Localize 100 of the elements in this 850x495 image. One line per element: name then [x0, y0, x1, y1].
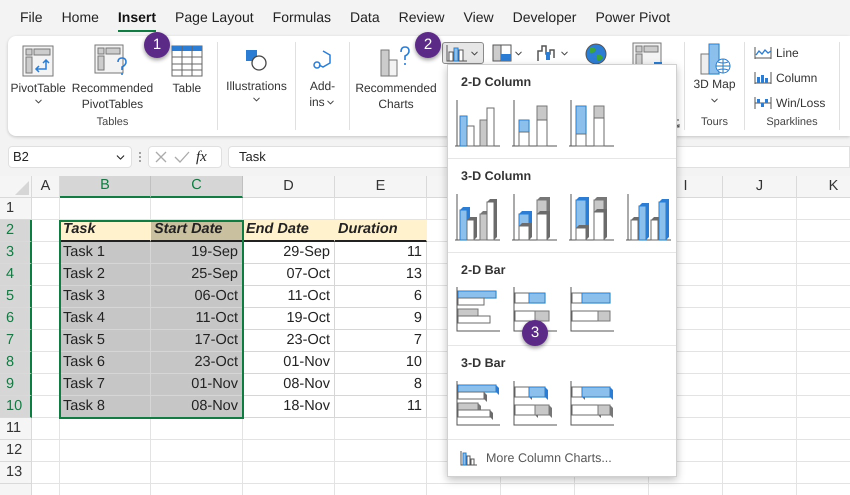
column-header[interactable]: J: [723, 176, 797, 198]
table-cell: 19-Sep: [151, 242, 243, 264]
grid-cell[interactable]: [151, 440, 243, 462]
table-cell: 7: [335, 330, 427, 352]
menu-tab[interactable]: Review: [398, 4, 445, 32]
table-cell: 08-Nov: [243, 374, 335, 396]
table-cell: 25-Sep: [151, 264, 243, 286]
grid-cell[interactable]: [723, 352, 797, 374]
menu-tab[interactable]: Home: [62, 4, 99, 32]
check-icon[interactable]: [174, 150, 190, 164]
sparkline-button[interactable]: Win/Loss: [754, 92, 839, 113]
column-chart-icon: [446, 44, 468, 62]
column-chart-icon[interactable]: [511, 192, 559, 242]
table-cell: 18-Nov: [243, 396, 335, 418]
column-chart-icon[interactable]: [568, 98, 616, 148]
column-chart-icon[interactable]: [454, 98, 502, 148]
grid-cell[interactable]: [151, 418, 243, 440]
grid-cell[interactable]: [723, 198, 797, 220]
illustrations-button[interactable]: Illustrations: [226, 42, 287, 130]
menu-tab[interactable]: Power Pivot: [595, 4, 670, 32]
grid-cell[interactable]: [60, 198, 151, 220]
buildings-globe-icon: [698, 42, 730, 76]
menu-tab[interactable]: Page Layout: [175, 4, 254, 32]
menu-tab[interactable]: File: [20, 4, 43, 32]
group-label: Tables: [96, 114, 130, 130]
grid-cell[interactable]: [335, 440, 427, 462]
grid-cell[interactable]: [60, 418, 151, 440]
grid-cell[interactable]: [243, 418, 335, 440]
table-cell: Task 7: [60, 374, 151, 396]
addins-button[interactable]: Add-ins: [306, 42, 340, 130]
row-header[interactable]: 1: [0, 198, 32, 220]
row-header[interactable]: 11: [0, 418, 32, 440]
sparkline-button[interactable]: Column: [754, 67, 839, 88]
grid-cell[interactable]: [32, 418, 60, 440]
row-header[interactable]: 12: [0, 440, 32, 462]
grid-cell[interactable]: [723, 396, 797, 418]
grid-cell[interactable]: [243, 440, 335, 462]
row-header[interactable]: 4: [0, 264, 32, 286]
row-header[interactable]: 8: [0, 352, 32, 374]
row-header[interactable]: 10: [0, 396, 32, 418]
grid-cell[interactable]: [723, 440, 797, 462]
ribbon-button[interactable]: PivotTable: [10, 42, 66, 114]
menu-tab[interactable]: Formulas: [272, 4, 332, 32]
menu-tab[interactable]: Insert: [118, 4, 156, 32]
column-chart-icon[interactable]: [568, 192, 616, 242]
grid-cell[interactable]: [723, 286, 797, 308]
globe-icon[interactable]: [584, 42, 608, 66]
row-header[interactable]: 6: [0, 308, 32, 330]
grid-cell[interactable]: [723, 264, 797, 286]
grid-cell[interactable]: [723, 462, 797, 484]
menu-tab[interactable]: View: [464, 4, 494, 32]
table-cell: 06-Oct: [151, 286, 243, 308]
name-box[interactable]: B2: [8, 146, 132, 168]
grid-cell[interactable]: [32, 198, 60, 220]
row-header[interactable]: 13: [0, 462, 32, 484]
table-cell: 19-Oct: [243, 308, 335, 330]
3d-map-button[interactable]: 3D Map: [692, 42, 736, 114]
column-header[interactable]: B: [60, 176, 151, 198]
grid-cell[interactable]: [723, 308, 797, 330]
column-header[interactable]: D: [243, 176, 335, 198]
table-cell: 6: [335, 286, 427, 308]
column-header[interactable]: K: [797, 176, 850, 198]
grid-cell[interactable]: [723, 330, 797, 352]
grid-cell[interactable]: [32, 440, 60, 462]
grid-cell[interactable]: [335, 462, 427, 484]
table-cell: 11-Oct: [243, 286, 335, 308]
table-cell: Task 5: [60, 330, 151, 352]
grid-cell[interactable]: [335, 418, 427, 440]
column-header[interactable]: E: [335, 176, 427, 198]
menu-tab[interactable]: Data: [350, 4, 380, 32]
sparkline-button[interactable]: Line: [754, 42, 839, 63]
grid-cell[interactable]: [60, 462, 151, 484]
grid-cell[interactable]: [151, 462, 243, 484]
more-charts-link[interactable]: More Column Charts...: [448, 440, 624, 476]
table-cell: Start Date: [151, 220, 243, 242]
row-header[interactable]: 5: [0, 286, 32, 308]
row-header[interactable]: 3: [0, 242, 32, 264]
column-chart-icon[interactable]: [454, 192, 502, 242]
grid-cell[interactable]: [60, 440, 151, 462]
chart-type-button[interactable]: [442, 42, 484, 64]
row-header[interactable]: 7: [0, 330, 32, 352]
insert-function-button[interactable]: fx: [196, 146, 207, 168]
row-header[interactable]: 2: [0, 220, 32, 242]
grid-cell[interactable]: [723, 220, 797, 242]
table-cell: 29-Sep: [243, 242, 335, 264]
group-label: Tours: [700, 114, 729, 130]
row-header[interactable]: 9: [0, 374, 32, 396]
cancel-icon[interactable]: [154, 150, 168, 164]
menu-tab[interactable]: Developer: [512, 4, 576, 32]
column-chart-icon[interactable]: [625, 192, 673, 242]
column-header[interactable]: C: [151, 176, 243, 198]
select-all-corner-icon[interactable]: [15, 181, 29, 195]
grid-cell[interactable]: [723, 418, 797, 440]
grid-cell[interactable]: [151, 198, 243, 220]
grid-cell[interactable]: [723, 374, 797, 396]
grid-cell[interactable]: [243, 462, 335, 484]
shapes-icon: [244, 48, 268, 72]
column-chart-icon[interactable]: [511, 98, 559, 148]
grid-cell[interactable]: [32, 462, 60, 484]
grid-cell[interactable]: [723, 242, 797, 264]
